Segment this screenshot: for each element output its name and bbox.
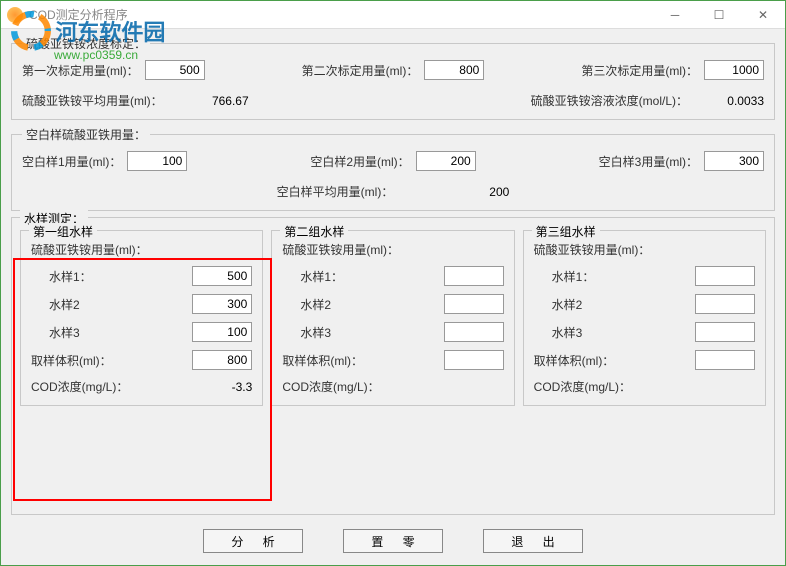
analyze-button[interactable]: 分 析 [203,529,303,553]
blank1-label: 空白样1用量(ml)： [22,153,121,170]
calib-second-label: 第二次标定用量(ml)： [302,62,419,79]
content-area: 硫酸亚铁铵浓度标定： 第一次标定用量(ml)： 第二次标定用量(ml)： 第三次… [1,29,785,565]
sg1-cod-label: COD浓度(mg/L)： [31,378,196,395]
calib-second-input[interactable] [424,60,484,80]
calib-third-label: 第三次标定用量(ml)： [581,62,698,79]
sg2-s2-input[interactable] [444,294,504,314]
sg1-s2-input[interactable] [192,294,252,314]
sg1-vol-input[interactable] [192,350,252,370]
sg1-s3-input[interactable] [192,322,252,342]
sg2-s3-label: 水样3 [282,324,443,341]
sample-group-1-legend: 第一组水样 [29,223,97,240]
sg2-vol-input[interactable] [444,350,504,370]
reset-button[interactable]: 置 零 [343,529,443,553]
sg1-vol-label: 取样体积(ml)： [31,352,192,369]
sample-group-2: 第二组水样 硫酸亚铁铵用量(ml)： 水样1： 水样2 水样3 取样体积(ml)… [271,230,514,406]
sg1-cod-value: -3.3 [196,380,252,394]
blank-avg-label: 空白样平均用量(ml)： [277,183,394,200]
blank2-input[interactable] [416,151,476,171]
samples-group: 水样测定： 第一组水样 硫酸亚铁铵用量(ml)： 水样1： 水样2 水样3 取样… [11,217,775,515]
sg3-s2-input[interactable] [695,294,755,314]
sg3-vol-input[interactable] [695,350,755,370]
blank-legend: 空白样硫酸亚铁用量： [22,126,150,143]
sg3-cod-label: COD浓度(mg/L)： [534,378,699,395]
sg2-s1-input[interactable] [444,266,504,286]
blank-group: 空白样硫酸亚铁用量： 空白样1用量(ml)： 空白样2用量(ml)： 空白样3用… [11,126,775,211]
app-icon [7,7,23,23]
calib-avg-value: 766.67 [169,94,249,108]
blank3-label: 空白样3用量(ml)： [599,153,698,170]
sg2-vol-label: 取样体积(ml)： [282,352,443,369]
sg3-usage-label: 硫酸亚铁铵用量(ml)： [534,241,755,258]
sg3-s2-label: 水样2 [534,296,695,313]
calib-first-input[interactable] [145,60,205,80]
sg2-s1-label: 水样1： [282,268,443,285]
sg2-usage-label: 硫酸亚铁铵用量(ml)： [282,241,503,258]
titlebar: COD测定分析程序 ─ ☐ ✕ [1,1,785,29]
sg2-s3-input[interactable] [444,322,504,342]
blank-avg-value: 200 [453,185,509,199]
calibration-group: 硫酸亚铁铵浓度标定： 第一次标定用量(ml)： 第二次标定用量(ml)： 第三次… [11,35,775,120]
sg3-vol-label: 取样体积(ml)： [534,352,695,369]
calib-conc-value: 0.0033 [694,94,764,108]
minimize-button[interactable]: ─ [653,1,697,29]
app-window: COD测定分析程序 ─ ☐ ✕ 河东软件园 www.pc0359.cn 硫酸亚铁… [0,0,786,566]
close-button[interactable]: ✕ [741,1,785,29]
sg1-s1-input[interactable] [192,266,252,286]
sg1-s3-label: 水样3 [31,324,192,341]
blank3-input[interactable] [704,151,764,171]
sg3-s3-label: 水样3 [534,324,695,341]
sample-group-1: 第一组水样 硫酸亚铁铵用量(ml)： 水样1： 水样2 水样3 取样体积(ml)… [20,230,263,406]
sample-group-3-legend: 第三组水样 [532,223,600,240]
maximize-button[interactable]: ☐ [697,1,741,29]
calib-conc-label: 硫酸亚铁铵溶液浓度(mol/L)： [531,92,688,109]
sg3-s1-label: 水样1： [534,268,695,285]
sg1-s2-label: 水样2 [31,296,192,313]
blank1-input[interactable] [127,151,187,171]
calib-avg-label: 硫酸亚铁铵平均用量(ml)： [22,92,163,109]
calibration-legend: 硫酸亚铁铵浓度标定： [22,35,150,52]
sample-group-2-legend: 第二组水样 [280,223,348,240]
sample-group-3: 第三组水样 硫酸亚铁铵用量(ml)： 水样1： 水样2 水样3 取样体积(ml)… [523,230,766,406]
button-row: 分 析 置 零 退 出 [11,521,775,557]
calib-third-input[interactable] [704,60,764,80]
window-title: COD测定分析程序 [29,6,128,23]
sg2-cod-label: COD浓度(mg/L)： [282,378,447,395]
calib-first-label: 第一次标定用量(ml)： [22,62,139,79]
sg2-s2-label: 水样2 [282,296,443,313]
sg1-s1-label: 水样1： [31,268,192,285]
sg1-usage-label: 硫酸亚铁铵用量(ml)： [31,241,252,258]
sg3-s1-input[interactable] [695,266,755,286]
exit-button[interactable]: 退 出 [483,529,583,553]
blank2-label: 空白样2用量(ml)： [310,153,409,170]
sg3-s3-input[interactable] [695,322,755,342]
